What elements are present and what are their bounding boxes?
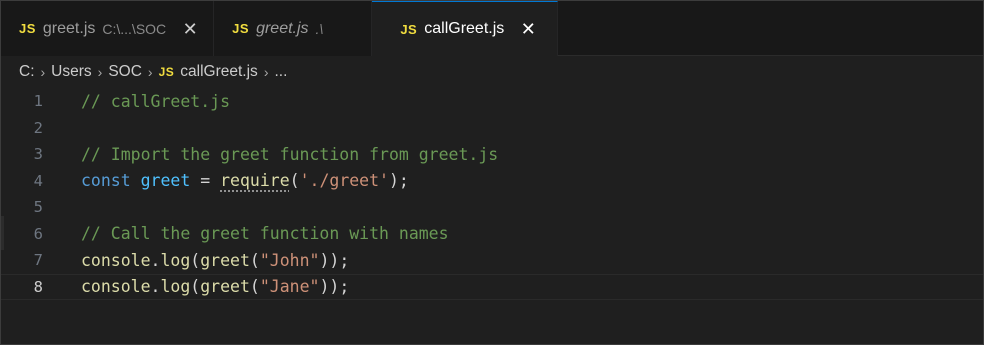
tab-greet-js-soc[interactable]: JS greet.js C:\...\SOC ✕ [1,1,215,56]
punctuation-token: . [150,250,161,270]
string-token: "Jane" [259,277,320,297]
object-token: console [81,277,151,297]
comment-token: // Import the greet function from greet.… [81,144,499,164]
string-token: './greet' [299,171,389,191]
code-line[interactable]: 4 const greet = require('./greet'); [1,168,983,195]
line-number: 2 [33,118,43,137]
close-icon[interactable]: ✕ [181,20,199,38]
tab-description: .\ [315,20,324,37]
punctuation-token: )); [319,250,350,270]
line-content: // callGreet.js [81,92,230,111]
line-number: 7 [33,251,43,270]
code-editor[interactable]: 1 // callGreet.js 2 3 // Import the gree… [1,88,983,300]
code-line-current[interactable]: 8 console.log(greet("Jane")); [1,273,983,300]
chevron-right-icon: › [40,64,46,80]
breadcrumb: C: › Users › SOC › JS callGreet.js › ... [1,56,983,88]
js-file-icon: JS [158,65,175,79]
line-number: 8 [33,277,43,296]
line-content: // Call the greet function with names [81,224,449,243]
breadcrumb-drive[interactable]: C: [19,63,35,81]
punctuation-token: ( [249,250,260,270]
punctuation-token: ( [190,250,201,270]
function-token: require [220,171,290,191]
variable-token: greet [140,171,191,191]
function-token: greet [200,277,250,297]
editor-window: JS greet.js C:\...\SOC ✕ JS greet.js .\ … [0,0,984,345]
chevron-right-icon: › [263,64,269,80]
comment-token: // callGreet.js [81,91,231,111]
code-line[interactable]: 3 // Import the greet function from gree… [1,141,983,168]
method-token: log [160,277,191,297]
breadcrumb-users[interactable]: Users [51,63,91,81]
code-line[interactable]: 7 console.log(greet("John")); [1,247,983,274]
punctuation-token: ( [190,277,201,297]
tab-label: greet.js [256,19,309,37]
code-line[interactable]: 1 // callGreet.js [1,88,983,115]
string-token: "John" [259,250,320,270]
tab-callgreet-js[interactable]: JS callGreet.js ✕ [372,1,559,56]
breadcrumb-more[interactable]: ... [274,63,287,81]
operator-token: = [190,171,221,191]
close-icon[interactable]: ✕ [519,20,537,38]
tab-label: greet.js [42,19,96,37]
line-content: const greet = require('./greet'); [81,171,409,190]
tab-description: C:\...\SOC [102,20,167,37]
js-file-icon: JS [232,21,250,36]
method-token: log [160,250,191,270]
chevron-right-icon: › [147,64,153,80]
punctuation-token: . [150,277,161,297]
breadcrumb-file[interactable]: callGreet.js [180,63,258,81]
code-line[interactable]: 6 // Call the greet function with names [1,221,983,248]
chevron-right-icon: › [97,64,103,80]
line-number: 6 [33,224,43,243]
line-number: 1 [33,92,43,111]
punctuation-token: ( [249,277,260,297]
js-file-icon: JS [400,21,418,37]
line-content: console.log(greet("Jane")); [81,277,349,296]
breadcrumb-soc[interactable]: SOC [108,63,142,81]
function-token: greet [200,250,250,270]
line-number: 5 [33,198,43,217]
line-content: console.log(greet("John")); [81,251,349,270]
punctuation-token: ); [388,171,409,191]
tab-greet-js-local[interactable]: JS greet.js .\ [214,1,373,56]
punctuation-token: ( [289,171,300,191]
tab-label: callGreet.js [424,20,505,37]
punctuation-token: )); [319,277,350,297]
line-number: 4 [33,171,43,190]
comment-token: // Call the greet function with names [81,224,449,244]
code-line[interactable]: 2 [1,115,983,142]
js-file-icon: JS [19,21,36,36]
line-number: 3 [33,145,43,164]
keyword-token: const [81,171,131,191]
tab-bar: JS greet.js C:\...\SOC ✕ JS greet.js .\ … [1,1,983,56]
object-token: console [81,250,151,270]
line-content: // Import the greet function from greet.… [81,145,498,164]
code-line[interactable]: 5 [1,194,983,221]
